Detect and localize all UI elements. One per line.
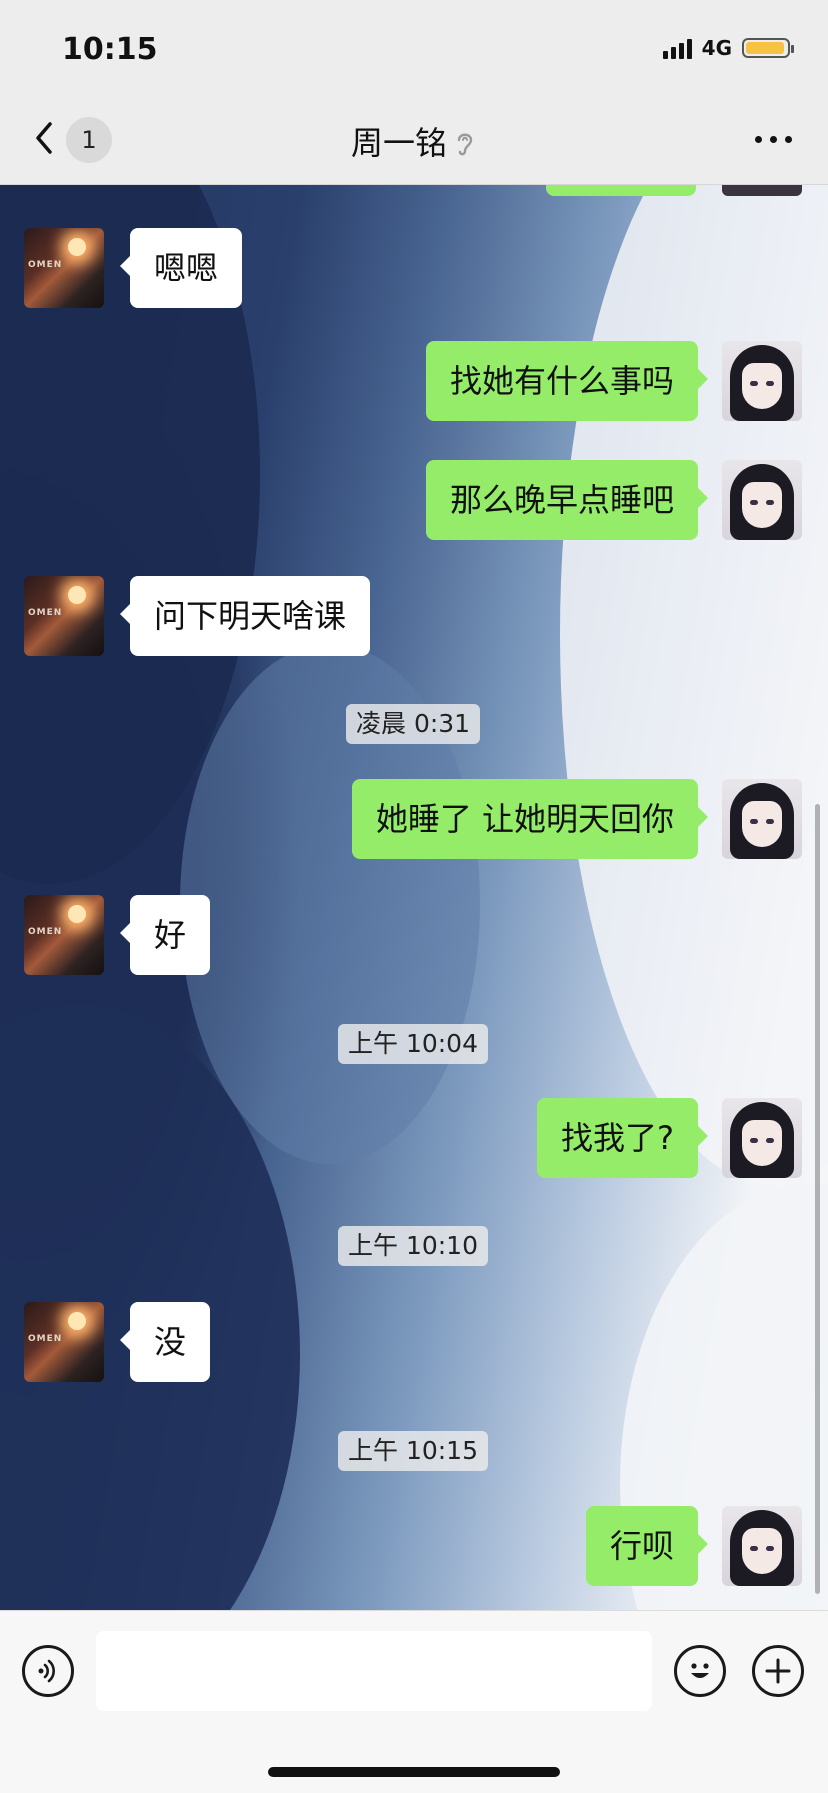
plus-icon: [765, 1658, 791, 1684]
input-bar: [0, 1610, 828, 1793]
timestamp: 上午 10:04: [338, 1024, 488, 1064]
scrollbar[interactable]: [815, 804, 820, 1594]
status-indicators: 4G: [662, 36, 794, 60]
previous-message-avatar: [722, 184, 802, 196]
incoming-message-bubble[interactable]: 嗯嗯: [119, 228, 243, 308]
voice-icon: [38, 1659, 55, 1683]
status-time: 10:15: [62, 32, 158, 67]
emoji-button[interactable]: [674, 1645, 726, 1697]
background-wave: [560, 184, 828, 1184]
more-button[interactable]: [755, 136, 792, 143]
signal-icon: [662, 37, 692, 59]
contact-avatar[interactable]: OMEN: [24, 228, 104, 308]
chat-title: 周一铭: [0, 118, 828, 164]
message-input[interactable]: [96, 1631, 652, 1711]
chat-area[interactable]: OMEN 嗯嗯 找她有什么事吗 那么晚早点睡吧 OMEN 问下明天啥课 凌晨 0…: [0, 184, 828, 1610]
emoji-icon: [691, 1663, 709, 1678]
timestamp: 凌晨 0:31: [346, 704, 481, 744]
outgoing-message-bubble[interactable]: 找她有什么事吗: [425, 341, 709, 421]
outgoing-message-bubble[interactable]: 行呗: [585, 1506, 709, 1586]
network-type: 4G: [701, 36, 732, 60]
timestamp: 上午 10:15: [338, 1431, 488, 1471]
home-indicator[interactable]: [268, 1767, 560, 1777]
outgoing-message-bubble[interactable]: 那么晚早点睡吧: [425, 460, 709, 540]
self-avatar[interactable]: [722, 779, 802, 859]
previous-message-bubble: [546, 184, 696, 196]
self-avatar[interactable]: [722, 341, 802, 421]
incoming-message-bubble[interactable]: 好: [119, 895, 211, 975]
contact-name: 周一铭: [350, 124, 447, 162]
contact-avatar[interactable]: OMEN: [24, 895, 104, 975]
top-bar: 10:15 4G 1 周一铭: [0, 0, 828, 185]
self-avatar[interactable]: [722, 1098, 802, 1178]
incoming-message-bubble[interactable]: 问下明天啥课: [119, 576, 371, 656]
contact-avatar[interactable]: OMEN: [24, 1302, 104, 1382]
outgoing-message-bubble[interactable]: 她睡了 让她明天回你: [351, 779, 709, 859]
contact-avatar[interactable]: OMEN: [24, 576, 104, 656]
voice-input-button[interactable]: [22, 1645, 74, 1697]
self-avatar[interactable]: [722, 1506, 802, 1586]
incoming-message-bubble[interactable]: 没: [119, 1302, 211, 1382]
self-avatar[interactable]: [722, 460, 802, 540]
battery-icon: [742, 38, 794, 58]
timestamp: 上午 10:10: [338, 1226, 488, 1266]
add-button[interactable]: [752, 1645, 804, 1697]
outgoing-message-bubble[interactable]: 找我了?: [537, 1098, 708, 1178]
more-icon: [755, 136, 762, 143]
ear-icon: [457, 133, 473, 156]
